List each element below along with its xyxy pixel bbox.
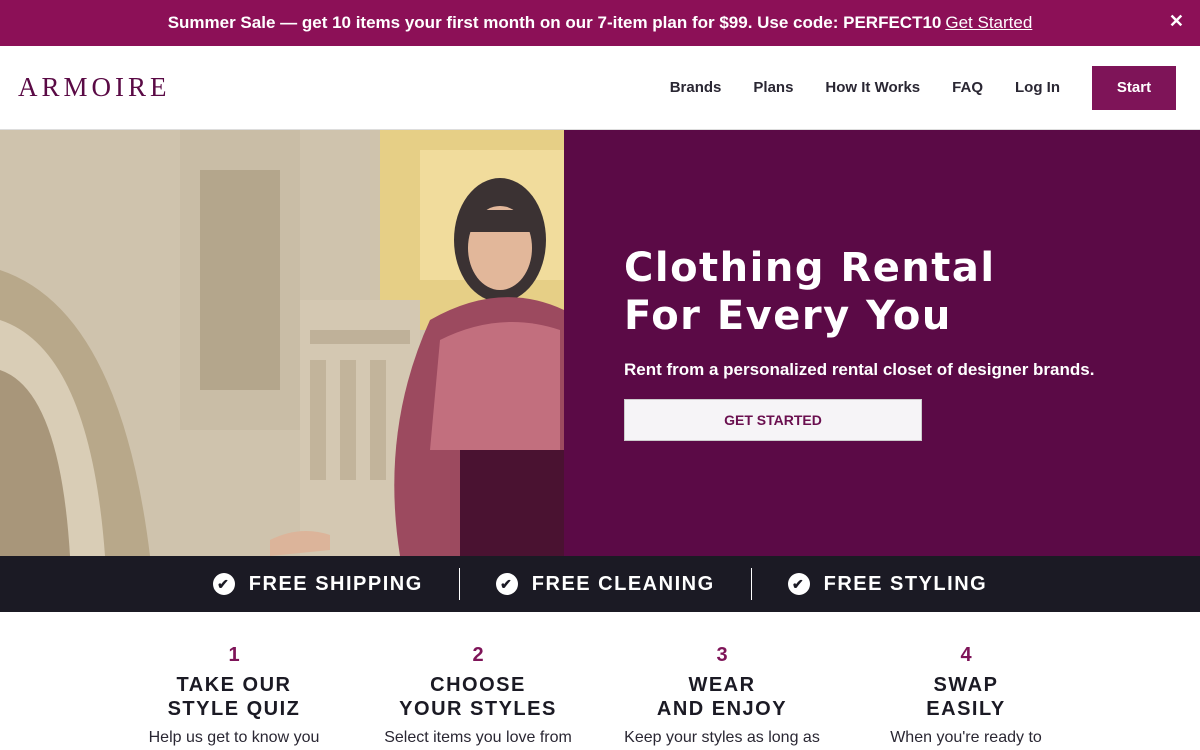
hero: Clothing Rental For Every You Rent from … (0, 130, 1200, 556)
promo-text: Summer Sale — get 10 items your first mo… (167, 13, 942, 32)
start-button[interactable]: Start (1092, 65, 1176, 110)
feature-free-cleaning: ✔ FREE CLEANING (482, 568, 729, 600)
step-title-line2: STYLE QUIZ (167, 698, 301, 720)
step-number: 1 (228, 644, 240, 666)
nav-log-in[interactable]: Log In (1015, 79, 1060, 96)
divider (458, 568, 460, 600)
hero-image (0, 130, 564, 556)
get-started-button[interactable]: GET STARTED (624, 399, 922, 441)
nav-links: Brands Plans How It Works FAQ Log In Sta… (638, 65, 1176, 110)
step-3: 3 WEAR AND ENJOY Keep your styles as long… (600, 644, 844, 747)
step-title: SWAP EASILY (844, 673, 1088, 721)
close-icon[interactable]: ✕ (1169, 11, 1184, 32)
feature-free-shipping: ✔ FREE SHIPPING (199, 568, 437, 600)
step-1: 1 TAKE OUR STYLE QUIZ Help us get to know… (112, 644, 356, 747)
step-title-line1: TAKE OUR (176, 674, 292, 696)
feature-label: FREE SHIPPING (248, 572, 423, 595)
feature-label: FREE STYLING (823, 572, 988, 595)
step-2: 2 CHOOSE YOUR STYLES Select items you lov… (356, 644, 600, 747)
promo-get-started-link[interactable]: Get Started (945, 13, 1032, 33)
feature-label: FREE CLEANING (531, 572, 715, 595)
nav-how-it-works[interactable]: How It Works (825, 79, 920, 96)
step-title: CHOOSE YOUR STYLES (356, 673, 600, 721)
how-it-works-steps: 1 TAKE OUR STYLE QUIZ Help us get to know… (0, 612, 1200, 747)
step-description: When you're ready to (890, 729, 1042, 746)
feature-free-styling: ✔ FREE STYLING (774, 568, 1002, 600)
step-description: Select items you love from (384, 729, 572, 746)
check-circle-icon: ✔ (212, 573, 235, 595)
step-title-line2: EASILY (926, 698, 1006, 720)
step-description: Help us get to know you (148, 729, 320, 746)
step-title-line1: CHOOSE (430, 674, 526, 696)
step-description: Keep your styles as long as (624, 729, 820, 746)
nav-brands[interactable]: Brands (670, 79, 722, 96)
step-title-line1: SWAP (933, 674, 999, 696)
logo[interactable]: ARMOIRE (18, 72, 171, 103)
promo-banner: Summer Sale — get 10 items your first mo… (0, 0, 1200, 46)
hero-title: Clothing Rental For Every You (624, 244, 1200, 340)
step-title-line2: YOUR STYLES (399, 698, 557, 720)
check-circle-icon: ✔ (495, 573, 518, 595)
step-number: 2 (472, 644, 484, 666)
step-number: 4 (960, 644, 972, 666)
hero-subtitle: Rent from a personalized rental closet o… (624, 360, 1095, 379)
step-title: WEAR AND ENJOY (600, 673, 844, 721)
step-number: 3 (716, 644, 728, 666)
step-title: TAKE OUR STYLE QUIZ (112, 673, 356, 721)
hero-title-line1: Clothing Rental (624, 245, 996, 291)
hero-photo-illustration (0, 130, 564, 556)
hero-title-line2: For Every You (624, 293, 952, 339)
step-title-line2: AND ENJOY (656, 698, 788, 720)
divider (750, 568, 752, 600)
nav-plans[interactable]: Plans (753, 79, 793, 96)
check-circle-icon: ✔ (787, 573, 810, 595)
nav-faq[interactable]: FAQ (952, 79, 983, 96)
hero-text-panel: Clothing Rental For Every You Rent from … (564, 130, 1200, 556)
step-4: 4 SWAP EASILY When you're ready to (844, 644, 1088, 747)
step-title-line1: WEAR (688, 674, 756, 696)
top-nav: ARMOIRE Brands Plans How It Works FAQ Lo… (0, 46, 1200, 130)
features-bar: ✔ FREE SHIPPING ✔ FREE CLEANING ✔ FREE S… (0, 556, 1200, 612)
